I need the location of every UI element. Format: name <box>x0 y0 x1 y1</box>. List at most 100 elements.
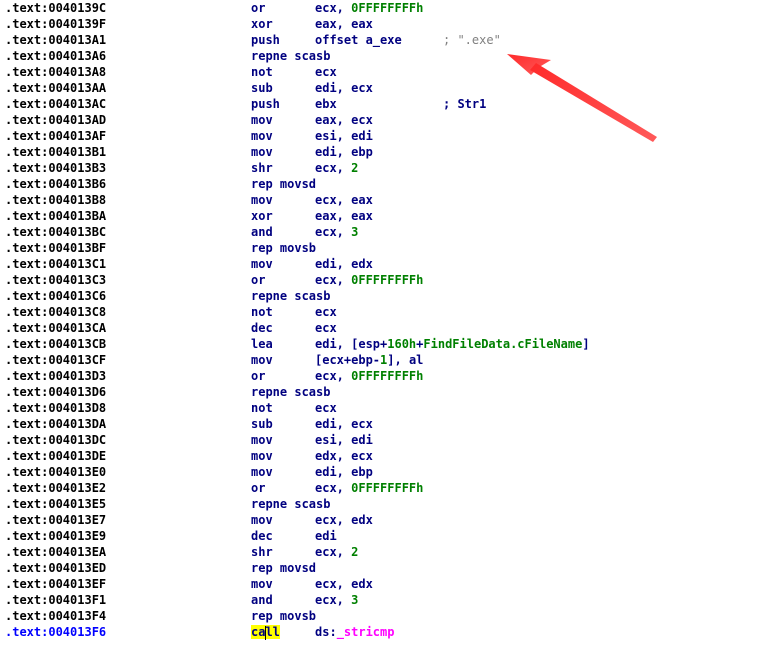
address[interactable]: .text:004013F6 <box>5 624 106 640</box>
mnemonic[interactable]: push <box>251 96 280 112</box>
listing-line[interactable]: .text:004013DC mov esi, edi <box>0 432 765 448</box>
address[interactable]: .text:004013B6 <box>5 176 106 192</box>
listing-line[interactable]: .text:004013F4 rep movsb <box>0 608 765 624</box>
address[interactable]: .text:004013B1 <box>5 144 106 160</box>
operands[interactable]: edi, [esp+160h+FindFileData.cFileName] <box>315 336 590 352</box>
mnemonic[interactable]: mov <box>251 576 273 592</box>
operands[interactable]: offset a_exe <box>315 32 402 48</box>
operands[interactable]: esi, edi <box>315 432 373 448</box>
listing-line[interactable]: .text:004013C1 mov edi, edx <box>0 256 765 272</box>
operands[interactable]: edi, edx <box>315 256 373 272</box>
listing-line[interactable]: .text:004013CF mov [ecx+ebp-1], al <box>0 352 765 368</box>
operands[interactable]: esi, edi <box>315 128 373 144</box>
address[interactable]: .text:004013E5 <box>5 496 106 512</box>
address[interactable]: .text:004013AD <box>5 112 106 128</box>
address[interactable]: .text:0040139C <box>5 0 106 16</box>
address[interactable]: .text:004013F4 <box>5 608 106 624</box>
operands[interactable]: ebx <box>315 96 337 112</box>
operands[interactable]: ecx, 2 <box>315 160 358 176</box>
mnemonic[interactable]: mov <box>251 128 273 144</box>
listing-line[interactable]: .text:004013BC and ecx, 3 <box>0 224 765 240</box>
listing-line[interactable]: .text:004013AC push ebx ; Str1 <box>0 96 765 112</box>
listing-line[interactable]: .text:004013EA shr ecx, 2 <box>0 544 765 560</box>
listing-line[interactable]: .text:004013B8 mov ecx, eax <box>0 192 765 208</box>
operands[interactable]: ecx <box>315 64 337 80</box>
operands[interactable]: [ecx+ebp-1], al <box>315 352 423 368</box>
listing-line[interactable]: .text:004013B1 mov edi, ebp <box>0 144 765 160</box>
address[interactable]: .text:004013DC <box>5 432 106 448</box>
listing-line[interactable]: .text:004013E2 or ecx, 0FFFFFFFFh <box>0 480 765 496</box>
operands[interactable]: ds:_stricmp <box>315 624 394 640</box>
listing-line[interactable]: .text:004013BA xor eax, eax <box>0 208 765 224</box>
address[interactable]: .text:004013BC <box>5 224 106 240</box>
mnemonic[interactable]: call <box>251 624 280 640</box>
listing-line[interactable]: .text:004013AA sub edi, ecx <box>0 80 765 96</box>
operands[interactable]: ecx, 3 <box>315 592 358 608</box>
mnemonic[interactable]: dec <box>251 528 273 544</box>
listing-line[interactable]: .text:004013B6 rep movsd <box>0 176 765 192</box>
mnemonic[interactable]: and <box>251 592 273 608</box>
listing-line[interactable]: .text:004013E7 mov ecx, edx <box>0 512 765 528</box>
address[interactable]: .text:004013A6 <box>5 48 106 64</box>
address[interactable]: .text:004013B3 <box>5 160 106 176</box>
mnemonic[interactable]: repne scasb <box>251 48 330 64</box>
mnemonic[interactable]: rep movsb <box>251 240 316 256</box>
listing-line[interactable]: .text:004013C8 not ecx <box>0 304 765 320</box>
listing-line[interactable]: .text:004013C6 repne scasb <box>0 288 765 304</box>
listing-line[interactable]: .text:0040139C or ecx, 0FFFFFFFFh <box>0 0 765 16</box>
address[interactable]: .text:004013CA <box>5 320 106 336</box>
operands[interactable]: ecx, 0FFFFFFFFh <box>315 480 423 496</box>
operands[interactable]: ecx, eax <box>315 192 373 208</box>
operands[interactable]: eax, ecx <box>315 112 373 128</box>
operands[interactable]: edi, ecx <box>315 80 373 96</box>
mnemonic[interactable]: not <box>251 304 273 320</box>
mnemonic[interactable]: xor <box>251 208 273 224</box>
mnemonic[interactable]: mov <box>251 256 273 272</box>
operands[interactable]: edi, ebp <box>315 144 373 160</box>
operands[interactable]: edi <box>315 528 337 544</box>
mnemonic[interactable]: rep movsd <box>251 176 316 192</box>
mnemonic[interactable]: or <box>251 0 265 16</box>
listing-line[interactable]: .text:004013D3 or ecx, 0FFFFFFFFh <box>0 368 765 384</box>
operands[interactable]: edi, ebp <box>315 464 373 480</box>
address[interactable]: .text:004013DA <box>5 416 106 432</box>
mnemonic[interactable]: mov <box>251 448 273 464</box>
mnemonic[interactable]: sub <box>251 80 273 96</box>
address[interactable]: .text:004013E0 <box>5 464 106 480</box>
listing-line[interactable]: .text:004013DA sub edi, ecx <box>0 416 765 432</box>
address[interactable]: .text:004013C1 <box>5 256 106 272</box>
operands[interactable]: ecx <box>315 304 337 320</box>
address[interactable]: .text:004013EA <box>5 544 106 560</box>
operands[interactable]: ecx, 2 <box>315 544 358 560</box>
mnemonic[interactable]: or <box>251 368 265 384</box>
listing-line[interactable]: .text:004013AD mov eax, ecx <box>0 112 765 128</box>
operands[interactable]: eax, eax <box>315 208 373 224</box>
listing-line[interactable]: .text:004013A1 push offset a_exe ; ".exe" <box>0 32 765 48</box>
address[interactable]: .text:004013AA <box>5 80 106 96</box>
listing-line[interactable]: .text:004013ED rep movsd <box>0 560 765 576</box>
address[interactable]: .text:004013D6 <box>5 384 106 400</box>
disassembly-listing[interactable]: .text:0040139C or ecx, 0FFFFFFFFh .text:004… <box>0 0 765 645</box>
listing-line[interactable]: .text:004013F6 call ds:_stricmp <box>0 624 765 640</box>
address[interactable]: .text:004013ED <box>5 560 106 576</box>
listing-line[interactable]: .text:004013CA dec ecx <box>0 320 765 336</box>
address[interactable]: .text:004013A8 <box>5 64 106 80</box>
mnemonic[interactable]: mov <box>251 192 273 208</box>
mnemonic[interactable]: mov <box>251 112 273 128</box>
listing-line[interactable]: .text:004013C3 or ecx, 0FFFFFFFFh <box>0 272 765 288</box>
address[interactable]: .text:0040139F <box>5 16 106 32</box>
listing-line[interactable]: .text:004013D8 not ecx <box>0 400 765 416</box>
operands[interactable]: ecx <box>315 400 337 416</box>
operands[interactable]: ecx, edx <box>315 512 373 528</box>
address[interactable]: .text:004013A1 <box>5 32 106 48</box>
mnemonic[interactable]: mov <box>251 144 273 160</box>
address[interactable]: .text:004013AC <box>5 96 106 112</box>
mnemonic[interactable]: not <box>251 400 273 416</box>
mnemonic[interactable]: shr <box>251 544 273 560</box>
mnemonic[interactable]: xor <box>251 16 273 32</box>
address[interactable]: .text:004013C3 <box>5 272 106 288</box>
address[interactable]: .text:004013DE <box>5 448 106 464</box>
operands[interactable]: ecx, 0FFFFFFFFh <box>315 272 423 288</box>
address[interactable]: .text:004013E2 <box>5 480 106 496</box>
address[interactable]: .text:004013D8 <box>5 400 106 416</box>
